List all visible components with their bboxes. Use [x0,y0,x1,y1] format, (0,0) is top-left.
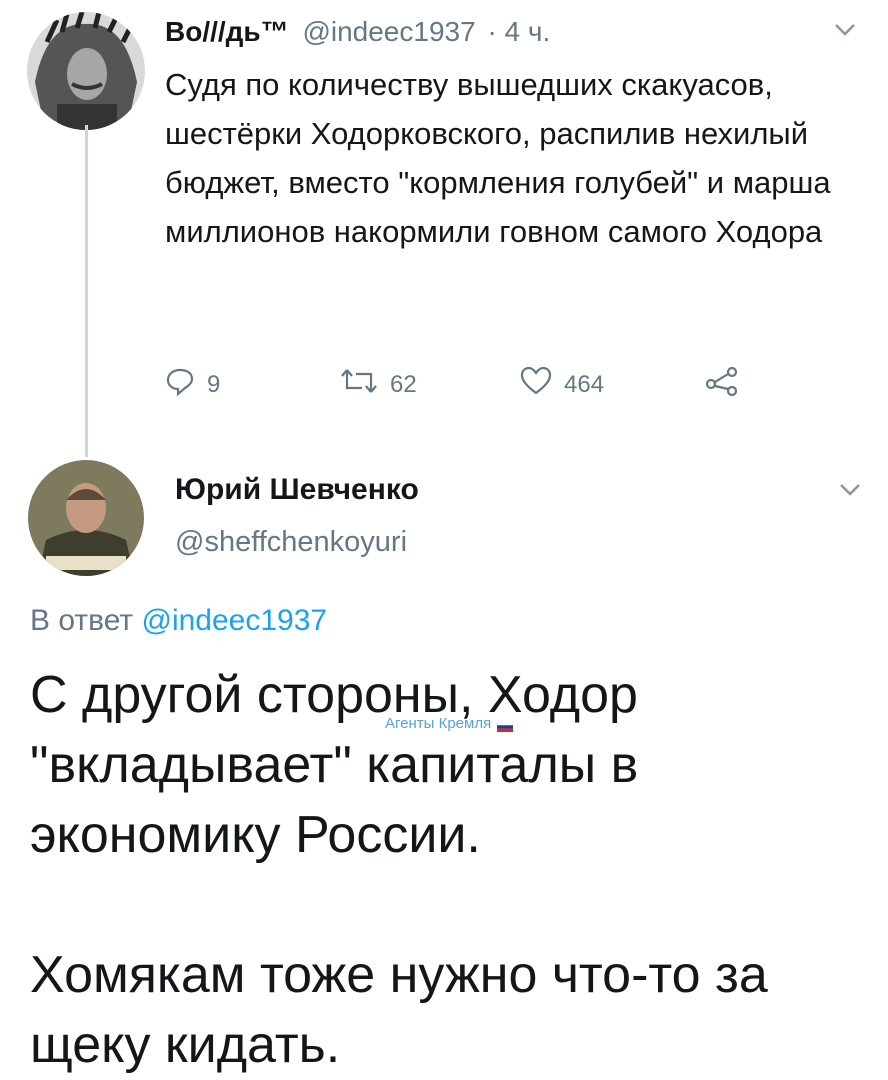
tweet1-text: Судя по количеству вышедших скакуасов, ш… [165,67,831,249]
chevron-down-icon[interactable] [833,22,857,43]
heart-icon [520,366,564,403]
share-button[interactable] [705,366,751,403]
tweet1-handle[interactable]: @indeec1937 [302,16,475,47]
retweet-icon [340,366,390,403]
reply-prefix: В ответ [30,604,142,637]
share-icon [705,366,751,403]
tweet1-actions: 9 62 464 [165,366,765,406]
tweet1-header: Во///дь™ @indeec1937 · 4 ч. [165,16,550,48]
thread-line [85,125,88,457]
tweet2-display-name[interactable]: Юрий Шевченко [175,473,419,507]
retweet-button[interactable]: 62 [340,366,417,403]
tweet1-display-name[interactable]: Во///дь™ [165,16,289,47]
tweet2-handle[interactable]: @sheffchenkoyuri [175,526,407,559]
retweet-count: 62 [390,370,417,398]
avatar-voldy[interactable] [27,12,145,130]
like-count: 464 [564,370,605,398]
avatar-shevchenko[interactable] [28,460,144,576]
watermark: Агенты Кремля [385,715,514,732]
reply-icon [165,366,207,403]
watermark-text: Агенты Кремля [385,715,492,732]
reply-to-link[interactable]: @indeec1937 [141,604,327,637]
reply-count: 9 [207,370,221,398]
russian-flag-icon [496,719,514,732]
like-button[interactable]: 464 [520,366,604,403]
reply-context: В ответ @indeec1937 [30,604,327,638]
chevron-down-icon[interactable] [838,482,862,503]
tweet1-time[interactable]: · 4 ч. [487,16,550,47]
reply-button[interactable]: 9 [165,366,220,403]
